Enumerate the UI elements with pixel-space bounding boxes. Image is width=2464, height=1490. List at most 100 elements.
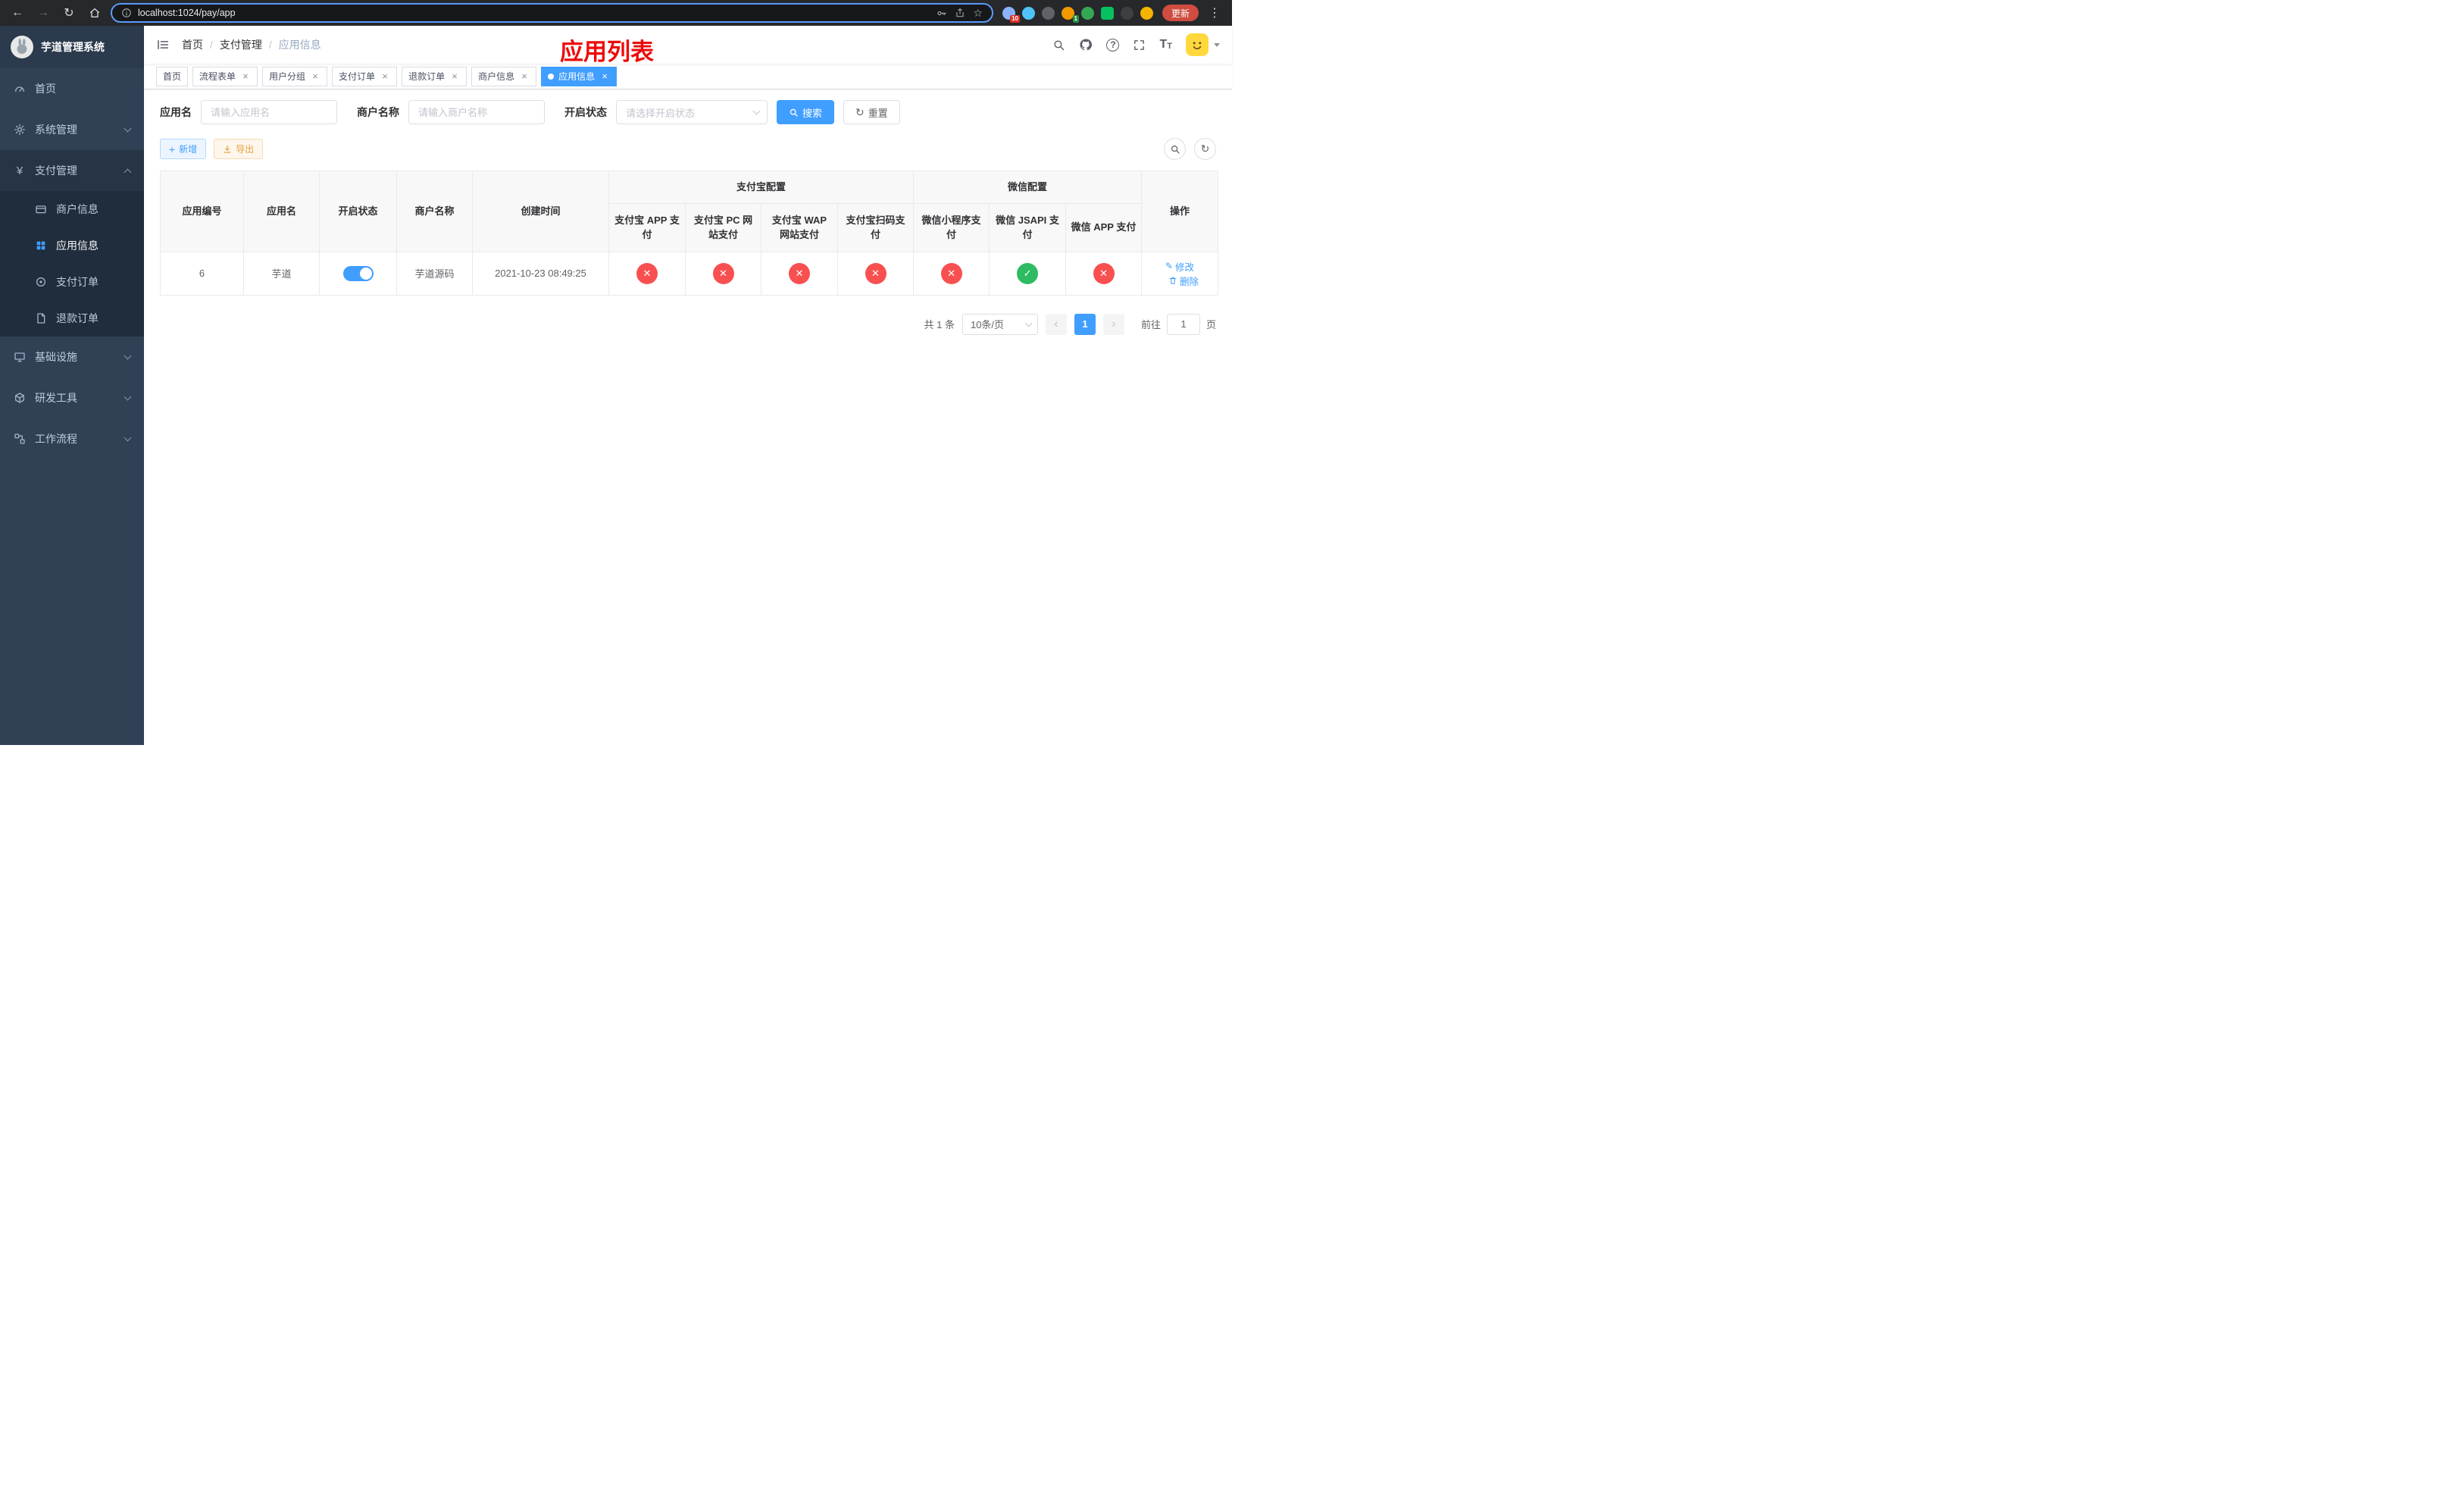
tag-refund-order[interactable]: 退款订单 ×: [402, 66, 467, 86]
add-button[interactable]: + 新增: [160, 139, 207, 159]
sidebar-item-workflow[interactable]: 工作流程: [0, 418, 144, 459]
delete-link[interactable]: 删除: [1168, 274, 1199, 288]
close-icon[interactable]: ×: [310, 71, 321, 82]
tag-merchant-info[interactable]: 商户信息 ×: [471, 66, 537, 86]
bookmark-star-icon[interactable]: ☆: [973, 8, 983, 18]
goto-page-input[interactable]: [1166, 313, 1200, 335]
grid-icon: [35, 239, 47, 252]
close-icon[interactable]: ×: [380, 71, 390, 82]
cell-status: [319, 251, 397, 296]
chrome-update-button[interactable]: 更新: [1162, 5, 1199, 21]
merchant-name-input[interactable]: [408, 100, 545, 124]
active-dot: [548, 73, 555, 80]
chrome-menu-button[interactable]: ⋮: [1205, 3, 1224, 23]
sidebar-item-refund-order[interactable]: 退款订单: [0, 300, 144, 337]
export-button[interactable]: 导出: [214, 139, 264, 159]
forward-icon: →: [37, 6, 49, 19]
extension-icon[interactable]: [1041, 6, 1055, 20]
dashboard-icon: [14, 83, 26, 95]
tag-pay-order[interactable]: 支付订单 ×: [332, 66, 398, 86]
address-bar[interactable]: localhost:1024/pay/app ☆: [111, 3, 993, 23]
cell-actions: ✎ 修改 删除: [1141, 251, 1219, 296]
next-page-button[interactable]: ›: [1102, 313, 1124, 335]
extension-icon[interactable]: [1021, 6, 1035, 20]
tag-app-info[interactable]: 应用信息 ×: [541, 66, 618, 86]
filter-form: 应用名 商户名称 开启状态 请选择开启状态 搜索 ↻ 重置: [160, 100, 1216, 124]
kebab-icon: ⋮: [1209, 7, 1221, 20]
status-toggle[interactable]: [342, 265, 374, 281]
share-icon[interactable]: [955, 8, 965, 18]
sidebar-item-payment[interactable]: ¥ 支付管理: [0, 150, 144, 191]
page-size-select[interactable]: 10条/页: [962, 313, 1038, 335]
sidebar-item-infrastructure[interactable]: 基础设施: [0, 337, 144, 377]
password-key-icon[interactable]: [936, 8, 947, 19]
app-logo: 芋道管理系统: [0, 26, 144, 68]
forward-button[interactable]: →: [33, 3, 53, 23]
search-button[interactable]: 搜索: [777, 100, 835, 124]
font-size-icon: T: [1159, 38, 1168, 51]
help-button[interactable]: ?: [1106, 38, 1120, 52]
breadcrumb-payment[interactable]: 支付管理: [220, 37, 262, 52]
close-icon[interactable]: ×: [240, 71, 251, 82]
status-select[interactable]: 请选择开启状态: [616, 100, 768, 124]
column-header-actions: 操作: [1141, 171, 1219, 252]
font-size-button[interactable]: TT: [1159, 39, 1172, 51]
app-name-input[interactable]: [201, 100, 337, 124]
sidebar-item-system[interactable]: 系统管理: [0, 109, 144, 150]
extension-badge: 10: [1010, 14, 1020, 23]
cell-app-id: 6: [160, 251, 244, 296]
search-icon: [1171, 145, 1180, 154]
logo-avatar: [11, 36, 33, 58]
breadcrumb-home[interactable]: 首页: [182, 37, 203, 52]
extension-icon[interactable]: [1100, 6, 1114, 20]
refresh-button[interactable]: ↻: [1194, 138, 1216, 160]
column-header-wechat-app: 微信 APP 支付: [1065, 202, 1143, 252]
merchant-name-label: 商户名称: [357, 106, 399, 118]
sidebar-item-pay-order[interactable]: 支付订单: [0, 264, 144, 300]
question-icon: ?: [1106, 38, 1120, 52]
tag-process-form[interactable]: 流程表单 ×: [192, 66, 258, 86]
sidebar-item-merchant-info[interactable]: 商户信息: [0, 191, 144, 227]
header-search-button[interactable]: [1052, 39, 1065, 52]
sidebar-collapse-button[interactable]: [156, 38, 170, 52]
reload-button[interactable]: ↻: [59, 3, 79, 23]
github-icon: [1080, 39, 1093, 51]
cell-app-name: 芋道: [243, 251, 320, 296]
extension-icon[interactable]: 10: [1002, 6, 1020, 23]
column-header-app-name: 应用名: [243, 171, 320, 252]
extension-icon[interactable]: [1140, 6, 1153, 20]
prev-page-button[interactable]: ‹: [1045, 313, 1067, 335]
sidebar-item-app-info[interactable]: 应用信息: [0, 227, 144, 264]
user-menu[interactable]: [1186, 33, 1220, 56]
toggle-search-button[interactable]: [1164, 138, 1186, 160]
toolbox-icon: [14, 392, 26, 404]
column-header-merchant: 商户名称: [396, 171, 473, 252]
goto-suffix: 页: [1205, 319, 1216, 330]
gear-icon: [14, 124, 26, 136]
site-info-icon[interactable]: [121, 8, 132, 18]
navbar-actions: ? TT: [1052, 33, 1220, 56]
extension-icon[interactable]: [1080, 6, 1094, 20]
edit-link[interactable]: ✎ 修改: [1165, 259, 1194, 274]
home-button[interactable]: [85, 3, 105, 23]
github-button[interactable]: [1079, 38, 1093, 52]
close-icon[interactable]: ×: [599, 71, 610, 82]
back-button[interactable]: ←: [8, 3, 27, 23]
column-header-app-id: 应用编号: [160, 171, 244, 252]
reset-button[interactable]: ↻ 重置: [843, 100, 900, 124]
page-number-button[interactable]: 1: [1074, 313, 1096, 335]
extension-icon[interactable]: [1120, 6, 1134, 20]
close-icon[interactable]: ×: [449, 71, 460, 82]
sidebar-item-home[interactable]: 首页: [0, 68, 144, 109]
column-header-alipay-pc: 支付宝 PC 网站支付: [685, 202, 761, 252]
extension-icon[interactable]: 1: [1061, 6, 1079, 23]
extension-badge: 1: [1072, 14, 1079, 23]
close-icon[interactable]: ×: [519, 71, 530, 82]
column-header-alipay-app: 支付宝 APP 支付: [608, 202, 686, 252]
pagination: 共 1 条 10条/页 ‹ 1 › 前往 页: [160, 313, 1216, 335]
tag-home[interactable]: 首页: [156, 66, 189, 86]
sidebar-item-dev-tools[interactable]: 研发工具: [0, 377, 144, 418]
app-name-label: 应用名: [160, 106, 192, 118]
fullscreen-button[interactable]: [1133, 39, 1146, 52]
tag-user-group[interactable]: 用户分组 ×: [262, 66, 328, 86]
